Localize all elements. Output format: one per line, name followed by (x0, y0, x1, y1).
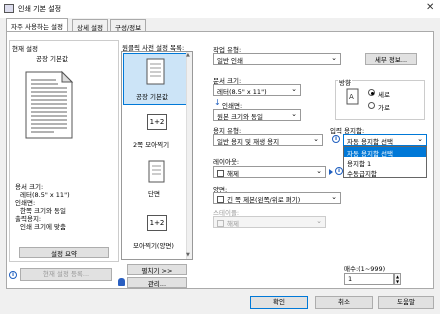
chevron-down-icon: ⌄ (316, 167, 322, 175)
copies-stepper[interactable]: ▲ ▼ (394, 273, 401, 285)
close-icon[interactable]: ✕ (426, 2, 434, 13)
input-tray-dropdown: 자동 용지함 선택 용지함 1 수동급지함 (343, 146, 427, 178)
chevron-down-icon[interactable]: ▼ (396, 279, 399, 284)
preset-scrollbar[interactable] (186, 52, 192, 259)
duplex-icon (217, 196, 224, 203)
paper-type-value: 일반 용지 및 재생 용지 (217, 138, 280, 146)
current-settings-heading: 현재 설정 (12, 45, 38, 53)
staple-icon (217, 220, 224, 227)
info-icon: i (335, 167, 343, 175)
arrow-right-icon (329, 169, 333, 175)
print-side-select[interactable]: 원본 크기와 동일 ⌄ (213, 109, 301, 121)
window-title: 인쇄 기본 설정 (18, 5, 62, 13)
help-button[interactable]: 도움말 (378, 296, 434, 309)
current-preset-name: 공장 기본값 (36, 55, 68, 63)
landscape-label[interactable]: 가로 (378, 102, 390, 112)
layout-value: 해제 (227, 170, 239, 178)
title-bar: 인쇄 기본 설정 ✕ (0, 0, 440, 18)
tab-frequent[interactable]: 자주 사용하는 설정 (6, 18, 68, 32)
orientation-label: 방향 (338, 77, 352, 87)
input-tray-select[interactable]: 자동 용지함 선택 ⌄ (343, 134, 427, 146)
info-icon: i (332, 135, 340, 143)
chevron-down-icon: ⌄ (331, 193, 337, 201)
two-up-icon[interactable]: 1+2 (147, 114, 167, 130)
copies-input[interactable]: 1 (344, 273, 394, 285)
preset-label-simplex[interactable]: 단면 (148, 188, 160, 198)
input-tray-value: 자동 용지함 선택 (347, 138, 393, 146)
user-icon (118, 278, 125, 286)
chevron-down-icon: ⌄ (291, 85, 297, 93)
details-button[interactable]: 세부 정보... (365, 53, 417, 65)
chevron-down-icon: ⌄ (313, 135, 319, 143)
staple-select[interactable]: 해제 ⌄ (213, 216, 326, 228)
layout-label: 레이아웃: (213, 158, 240, 166)
printer-icon (4, 4, 14, 13)
chevron-down-icon: ⌄ (417, 135, 423, 143)
chevron-down-icon: ⌄ (331, 54, 337, 62)
page-icon (146, 58, 165, 85)
paper-type-select[interactable]: 일반 용지 및 재생 용지 ⌄ (213, 134, 323, 146)
page-preview-image (25, 70, 74, 139)
copies-value: 1 (348, 275, 353, 283)
duplex-value: 긴 쪽 제본(왼쪽/위로 펴기) (227, 196, 301, 204)
landscape-radio[interactable] (368, 102, 375, 109)
arrow-down-icon: ↓ (214, 98, 221, 107)
settings-summary-button[interactable]: 설정 요약 (19, 247, 109, 258)
expand-button[interactable]: 펼치기 >> (127, 264, 187, 275)
summary-line-6: 인쇄 크기에 맞춤 (20, 223, 66, 231)
manage-button[interactable]: 관리... (127, 277, 187, 288)
layout-select[interactable]: 해제 ⌄ (213, 166, 326, 178)
duplex-select[interactable]: 긴 쪽 제본(왼쪽/위로 펴기) ⌄ (213, 192, 341, 204)
scroll-up-icon[interactable]: ▲ (186, 52, 190, 58)
ok-button[interactable]: 확인 (250, 296, 308, 309)
staple-value: 해제 (227, 220, 239, 228)
chevron-down-icon: ⌄ (291, 110, 297, 118)
portrait-page-icon: A (346, 88, 359, 105)
job-type-value: 일반 인쇄 (217, 57, 243, 65)
cancel-button[interactable]: 취소 (315, 296, 373, 309)
tray-option-manual[interactable]: 수동급지함 (344, 167, 426, 178)
preset-label-two-up[interactable]: 2쪽 모아찍기 (133, 139, 169, 149)
scroll-down-icon[interactable]: ▼ (186, 252, 190, 258)
job-type-select[interactable]: 일반 인쇄 ⌄ (213, 53, 341, 65)
svg-text:A: A (349, 93, 354, 101)
register-settings-button[interactable]: 현재 설정 등록... (20, 268, 112, 281)
document-size-value: 레터(8.5" x 11") (217, 88, 267, 96)
tray-option-auto[interactable]: 자동 용지함 선택 (344, 147, 426, 158)
preset-label-factory-default: 공장 기본값 (136, 93, 168, 101)
print-side-value: 원본 크기와 동일 (217, 113, 263, 121)
info-icon: i (9, 271, 17, 279)
portrait-radio[interactable] (368, 89, 375, 96)
duplex-two-up-icon[interactable]: 1+2 (147, 215, 167, 231)
document-size-select[interactable]: 레터(8.5" x 11") ⌄ (213, 84, 301, 96)
copies-label: 매수:(1~999) (344, 265, 386, 273)
tray-option-tray1[interactable]: 용지함 1 (344, 157, 426, 168)
preset-label-duplex-two-up[interactable]: 모아찍기(양면) (133, 240, 174, 250)
portrait-label[interactable]: 세로 (378, 89, 390, 99)
layout-grid-icon (217, 170, 224, 177)
page-icon[interactable] (148, 160, 166, 184)
chevron-down-icon: ⌄ (316, 217, 322, 225)
